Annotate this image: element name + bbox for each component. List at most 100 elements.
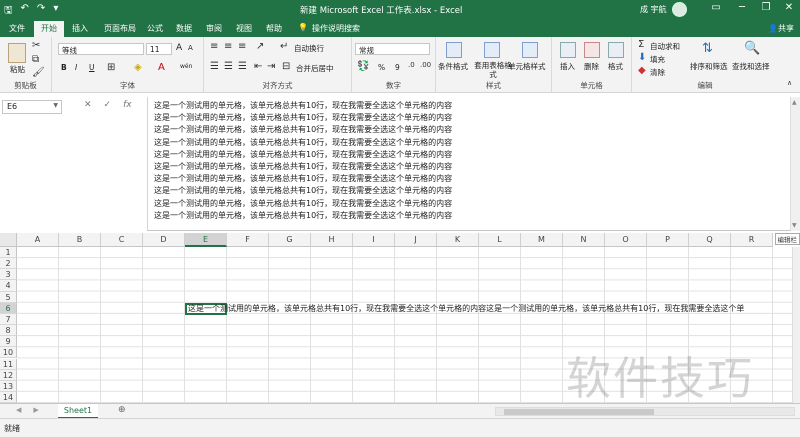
conditional-format-icon[interactable] — [446, 42, 462, 58]
copy-icon[interactable]: ⧉ — [32, 54, 39, 65]
row-header[interactable]: 12 — [0, 369, 17, 381]
paste-icon[interactable] — [8, 43, 26, 63]
formula-scrollbar[interactable]: ▲ ▼ — [790, 97, 800, 231]
scroll-thumb[interactable] — [504, 409, 654, 415]
tab-view[interactable]: 视图 — [236, 23, 252, 34]
undo-icon[interactable]: ↶ — [21, 3, 29, 20]
format-cells-button[interactable]: 格式 — [608, 61, 623, 72]
conditional-format-button[interactable]: 条件格式 — [438, 61, 468, 72]
increase-decimal-icon[interactable]: .0 — [408, 61, 415, 69]
borders-icon[interactable]: ⊞ — [107, 62, 115, 73]
fill-icon[interactable]: ⬇ — [638, 52, 646, 63]
tab-home[interactable]: 开始 — [34, 21, 64, 37]
redo-icon[interactable]: ↷ — [37, 3, 45, 20]
find-select-button[interactable]: 查找和选择 — [732, 61, 770, 72]
font-color-icon[interactable]: A — [158, 62, 165, 73]
customize-icon[interactable]: ▾ — [53, 3, 58, 20]
cell-styles-icon[interactable] — [522, 42, 538, 58]
autosum-icon[interactable]: Σ — [638, 39, 644, 50]
fill-button[interactable]: 填充 — [650, 54, 665, 65]
delete-cells-icon[interactable] — [584, 42, 600, 58]
fill-color-icon[interactable]: ◈ — [134, 62, 142, 73]
confirm-edit-button[interactable]: ✓ — [104, 100, 112, 110]
scroll-down-icon[interactable]: ▼ — [792, 222, 797, 229]
next-sheet-icon[interactable]: ▶ — [33, 406, 38, 414]
tab-insert[interactable]: 插入 — [72, 23, 88, 34]
row-header[interactable]: 9 — [0, 336, 17, 348]
row-header[interactable]: 3 — [0, 269, 17, 281]
column-header[interactable]: M — [521, 233, 563, 247]
paste-button[interactable]: 粘贴 — [10, 64, 25, 75]
row-header[interactable]: 4 — [0, 280, 17, 292]
underline-button[interactable]: U — [89, 63, 95, 72]
row-header[interactable]: 14 — [0, 391, 17, 404]
column-header[interactable]: L — [479, 233, 521, 247]
autosum-button[interactable]: 自动求和 — [650, 41, 680, 52]
column-header[interactable]: R — [731, 233, 773, 247]
column-header[interactable]: O — [605, 233, 647, 247]
column-header[interactable]: K — [437, 233, 479, 247]
format-painter-icon[interactable]: 🖌 — [32, 67, 45, 78]
row-header[interactable]: 5 — [0, 291, 17, 303]
find-select-icon[interactable]: 🔍 — [744, 41, 760, 56]
clear-icon[interactable]: ◆ — [638, 65, 646, 76]
sort-filter-button[interactable]: 排序和筛选 — [690, 61, 728, 72]
wrap-text-button[interactable]: 自动换行 — [294, 43, 324, 54]
user-name[interactable]: 成 宇航 — [640, 4, 667, 15]
format-as-table-icon[interactable] — [484, 42, 500, 58]
vertical-scrollbar[interactable] — [792, 247, 800, 403]
formula-input[interactable]: 这是一个测试用的单元格，该单元格总共有10行，现在我需要全选这个单元格的内容 这… — [147, 97, 790, 231]
orientation-icon[interactable]: ↗ — [256, 41, 264, 52]
column-header[interactable]: E — [185, 233, 227, 247]
scroll-up-icon[interactable]: ▲ — [792, 99, 797, 106]
tab-formulas[interactable]: 公式 — [147, 23, 163, 34]
collapse-ribbon-icon[interactable]: ∧ — [787, 79, 792, 87]
phonetic-button[interactable]: wén — [180, 63, 192, 70]
select-all-corner[interactable] — [0, 233, 17, 247]
sheet-tab[interactable]: Sheet1 — [58, 404, 98, 419]
share-button[interactable]: 👤共享 — [768, 23, 794, 34]
row-header[interactable]: 13 — [0, 380, 17, 392]
row-header[interactable]: 10 — [0, 347, 17, 359]
row-header[interactable]: 11 — [0, 358, 17, 370]
align-left-icon[interactable]: ☰ — [210, 61, 219, 72]
tell-me-search[interactable]: 操作说明搜索 — [312, 23, 360, 34]
row-header[interactable]: 8 — [0, 325, 17, 337]
restore-button[interactable]: ❐ — [756, 2, 776, 13]
align-middle-icon[interactable]: ≡ — [224, 41, 232, 52]
row-header[interactable]: 2 — [0, 258, 17, 270]
insert-function-button[interactable]: fx — [123, 100, 132, 110]
column-header[interactable]: C — [101, 233, 143, 247]
insert-cells-icon[interactable] — [560, 42, 576, 58]
italic-button[interactable]: I — [75, 63, 77, 72]
column-header[interactable]: J — [395, 233, 437, 247]
prev-sheet-icon[interactable]: ◀ — [16, 406, 21, 414]
name-box[interactable]: E6 ▼ — [2, 100, 62, 114]
row-header[interactable]: 7 — [0, 313, 17, 326]
tab-file[interactable]: 文件 — [9, 23, 25, 34]
decrease-indent-icon[interactable]: ⇤ — [254, 61, 262, 72]
currency-icon[interactable]: 💱 — [357, 61, 369, 72]
close-button[interactable]: ✕ — [779, 2, 799, 13]
row-header[interactable]: 1 — [0, 247, 17, 259]
minimize-button[interactable]: ─ — [732, 2, 752, 13]
sort-filter-icon[interactable]: ⇅ — [702, 41, 713, 56]
delete-cells-button[interactable]: 删除 — [584, 61, 599, 72]
insert-cells-button[interactable]: 插入 — [560, 61, 575, 72]
merge-icon[interactable]: ⊟ — [282, 61, 290, 72]
percent-button[interactable]: % — [378, 63, 385, 72]
column-header[interactable]: D — [143, 233, 185, 247]
column-header[interactable]: N — [563, 233, 605, 247]
tab-data[interactable]: 数据 — [176, 23, 192, 34]
align-right-icon[interactable]: ☰ — [238, 61, 247, 72]
column-header[interactable]: F — [227, 233, 269, 247]
shrink-font-button[interactable]: A — [188, 44, 193, 52]
wrap-text-icon[interactable]: ↵ — [280, 41, 288, 52]
column-header[interactable]: I — [353, 233, 395, 247]
save-icon[interactable]: 🖫 — [4, 3, 13, 20]
column-header[interactable]: Q — [689, 233, 731, 247]
bold-button[interactable]: B — [61, 63, 67, 72]
align-top-icon[interactable]: ≡ — [210, 41, 218, 52]
tab-help[interactable]: 帮助 — [266, 23, 282, 34]
avatar[interactable] — [672, 2, 687, 17]
